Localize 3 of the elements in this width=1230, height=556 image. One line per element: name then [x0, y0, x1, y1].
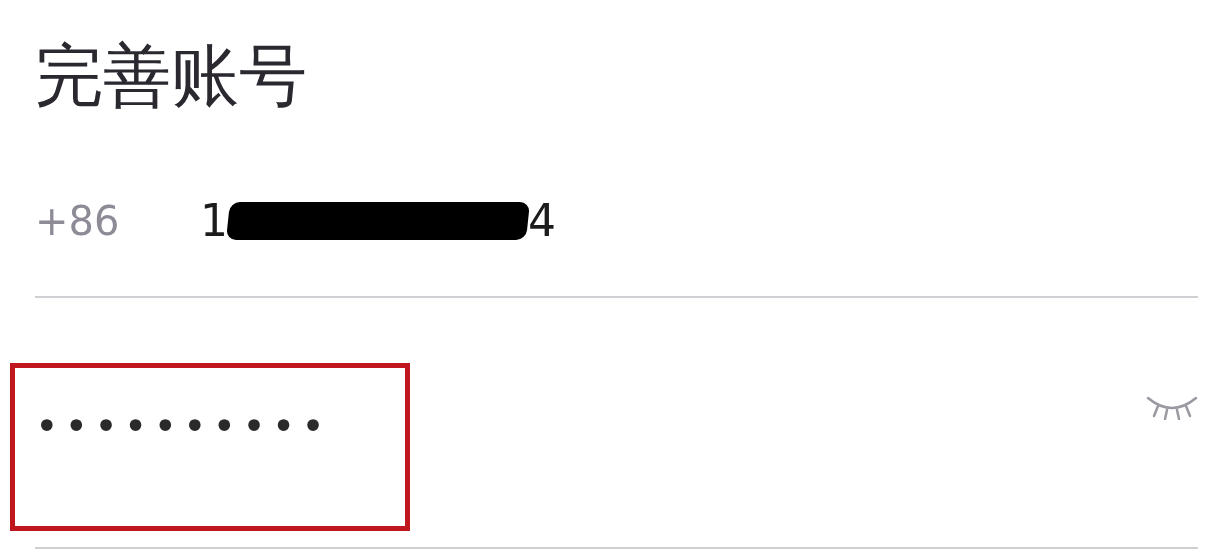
phone-field[interactable]: 1 4 — [200, 188, 556, 254]
password-field[interactable]: •••••••••• — [35, 366, 331, 446]
page-title: 完善账号 — [35, 36, 308, 116]
